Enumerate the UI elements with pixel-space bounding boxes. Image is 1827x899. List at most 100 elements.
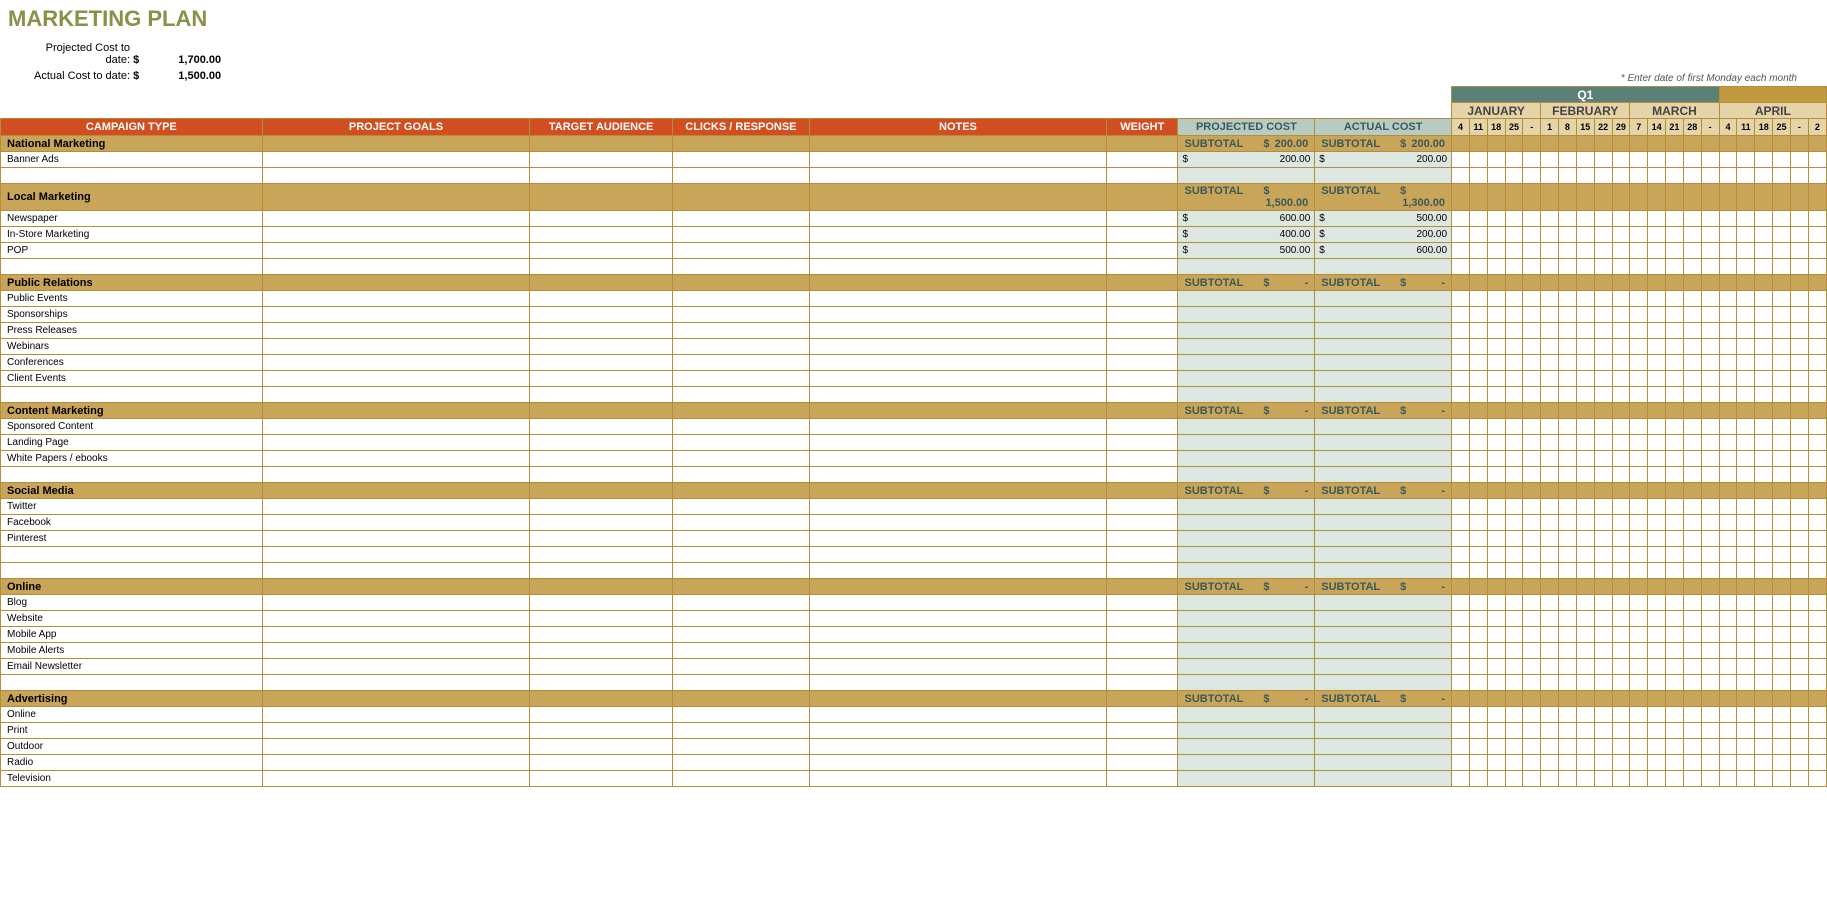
money-cell[interactable] (1315, 611, 1452, 627)
calendar-cell[interactable] (1665, 371, 1683, 387)
calendar-cell[interactable] (1594, 515, 1612, 531)
item-label[interactable] (1, 467, 263, 483)
calendar-cell[interactable] (1665, 627, 1683, 643)
calendar-cell[interactable] (1505, 307, 1523, 323)
calendar-cell[interactable] (1683, 339, 1701, 355)
calendar-cell[interactable] (1755, 259, 1773, 275)
calendar-cell[interactable] (1541, 675, 1559, 691)
calendar-cell[interactable] (1612, 371, 1630, 387)
goals-cell[interactable] (262, 627, 530, 643)
calendar-cell[interactable] (1737, 451, 1755, 467)
day-cell[interactable]: 14 (1648, 119, 1666, 136)
calendar-cell[interactable] (1541, 339, 1559, 355)
goals-cell[interactable] (262, 339, 530, 355)
calendar-cell[interactable] (1648, 387, 1666, 403)
calendar-cell[interactable] (1576, 168, 1594, 184)
calendar-cell[interactable] (1755, 435, 1773, 451)
calendar-cell[interactable] (1630, 579, 1648, 595)
calendar-cell[interactable] (1541, 531, 1559, 547)
calendar-cell[interactable] (1665, 323, 1683, 339)
weight-cell[interactable] (1107, 563, 1178, 579)
money-cell[interactable] (1315, 419, 1452, 435)
clicks-cell[interactable] (673, 531, 810, 547)
notes-cell[interactable] (809, 387, 1106, 403)
calendar-cell[interactable] (1523, 451, 1541, 467)
calendar-cell[interactable] (1808, 275, 1826, 291)
calendar-cell[interactable] (1505, 211, 1523, 227)
calendar-cell[interactable] (1452, 307, 1470, 323)
calendar-cell[interactable] (1612, 355, 1630, 371)
calendar-cell[interactable] (1594, 227, 1612, 243)
calendar-cell[interactable] (1452, 275, 1470, 291)
money-cell[interactable] (1178, 419, 1315, 435)
calendar-cell[interactable] (1683, 403, 1701, 419)
calendar-cell[interactable] (1576, 707, 1594, 723)
audience-cell[interactable] (530, 611, 673, 627)
calendar-cell[interactable] (1469, 168, 1487, 184)
calendar-cell[interactable] (1612, 136, 1630, 152)
calendar-cell[interactable] (1790, 259, 1808, 275)
calendar-cell[interactable] (1594, 531, 1612, 547)
calendar-cell[interactable] (1790, 403, 1808, 419)
money-cell[interactable] (1315, 291, 1452, 307)
calendar-cell[interactable] (1452, 227, 1470, 243)
notes-cell[interactable] (809, 659, 1106, 675)
calendar-cell[interactable] (1505, 723, 1523, 739)
calendar-cell[interactable] (1559, 531, 1577, 547)
calendar-cell[interactable] (1683, 611, 1701, 627)
calendar-cell[interactable] (1541, 563, 1559, 579)
calendar-cell[interactable] (1790, 419, 1808, 435)
calendar-cell[interactable] (1594, 259, 1612, 275)
calendar-cell[interactable] (1541, 451, 1559, 467)
clicks-cell[interactable] (673, 675, 810, 691)
calendar-cell[interactable] (1469, 755, 1487, 771)
calendar-cell[interactable] (1773, 531, 1791, 547)
calendar-cell[interactable] (1576, 627, 1594, 643)
calendar-cell[interactable] (1683, 563, 1701, 579)
calendar-cell[interactable] (1452, 691, 1470, 707)
calendar-cell[interactable] (1541, 547, 1559, 563)
notes-cell[interactable] (809, 259, 1106, 275)
calendar-cell[interactable] (1612, 227, 1630, 243)
calendar-cell[interactable] (1612, 483, 1630, 499)
calendar-cell[interactable] (1469, 227, 1487, 243)
goals-cell[interactable] (262, 675, 530, 691)
calendar-cell[interactable] (1719, 355, 1737, 371)
calendar-cell[interactable] (1487, 168, 1505, 184)
calendar-cell[interactable] (1701, 435, 1719, 451)
calendar-cell[interactable] (1505, 291, 1523, 307)
calendar-cell[interactable] (1701, 243, 1719, 259)
calendar-cell[interactable] (1719, 595, 1737, 611)
calendar-cell[interactable] (1719, 152, 1737, 168)
weight-cell[interactable] (1107, 515, 1178, 531)
calendar-cell[interactable] (1630, 355, 1648, 371)
calendar-cell[interactable] (1452, 755, 1470, 771)
calendar-cell[interactable] (1737, 595, 1755, 611)
weight-cell[interactable] (1107, 152, 1178, 168)
calendar-cell[interactable] (1755, 691, 1773, 707)
calendar-cell[interactable] (1773, 371, 1791, 387)
audience-cell[interactable] (530, 291, 673, 307)
calendar-cell[interactable] (1790, 168, 1808, 184)
calendar-cell[interactable] (1523, 435, 1541, 451)
calendar-cell[interactable] (1505, 643, 1523, 659)
calendar-cell[interactable] (1452, 771, 1470, 787)
calendar-cell[interactable] (1594, 243, 1612, 259)
calendar-cell[interactable] (1737, 435, 1755, 451)
calendar-cell[interactable] (1701, 627, 1719, 643)
calendar-cell[interactable] (1630, 691, 1648, 707)
audience-cell[interactable] (530, 739, 673, 755)
calendar-cell[interactable] (1648, 168, 1666, 184)
clicks-cell[interactable] (673, 168, 810, 184)
calendar-cell[interactable] (1541, 291, 1559, 307)
money-cell[interactable] (1178, 531, 1315, 547)
calendar-cell[interactable] (1576, 227, 1594, 243)
calendar-cell[interactable] (1541, 467, 1559, 483)
calendar-cell[interactable] (1683, 755, 1701, 771)
calendar-cell[interactable] (1594, 723, 1612, 739)
calendar-cell[interactable] (1612, 152, 1630, 168)
calendar-cell[interactable] (1683, 419, 1701, 435)
calendar-cell[interactable] (1755, 755, 1773, 771)
calendar-cell[interactable] (1701, 227, 1719, 243)
calendar-cell[interactable] (1701, 771, 1719, 787)
